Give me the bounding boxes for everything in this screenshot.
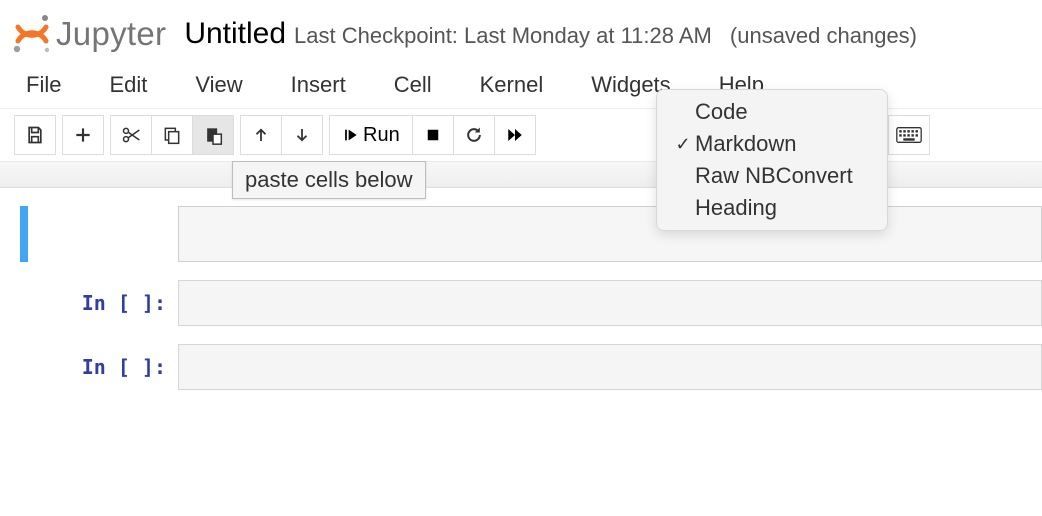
celltype-option-markdown[interactable]: ✓ Markdown	[657, 128, 887, 160]
cell-selection-bar	[20, 280, 28, 326]
celltype-option-raw[interactable]: Raw NBConvert	[657, 160, 887, 192]
celltype-option-code[interactable]: Code	[657, 96, 887, 128]
restart-button[interactable]	[453, 115, 495, 155]
cell-code[interactable]: In [ ]:	[0, 344, 1042, 390]
cut-button[interactable]	[110, 115, 152, 155]
copy-icon	[162, 125, 182, 145]
checkpoint-text: Last Checkpoint: Last Monday at 11:28 AM	[294, 23, 712, 49]
keyboard-icon	[896, 126, 922, 144]
toolbar: Run Code ✓ Markdown	[0, 109, 1042, 162]
paste-icon	[203, 125, 223, 145]
move-down-button[interactable]	[281, 115, 323, 155]
command-palette-button[interactable]	[888, 115, 930, 155]
save-icon	[25, 125, 45, 145]
cell-prompt: In [ ]:	[28, 280, 178, 326]
menu-insert[interactable]: Insert	[291, 72, 346, 98]
cell-prompt: In [ ]:	[28, 344, 178, 390]
scissors-icon	[120, 125, 142, 145]
stop-icon	[424, 126, 442, 144]
run-icon	[342, 127, 358, 143]
title-block: Untitled Last Checkpoint: Last Monday at…	[184, 17, 917, 51]
cell-selection-bar	[20, 344, 28, 390]
unsaved-indicator: (unsaved changes)	[730, 23, 917, 49]
restart-icon	[464, 125, 484, 145]
paste-button[interactable]	[192, 115, 234, 155]
celltype-option-heading[interactable]: Heading	[657, 192, 887, 224]
fast-forward-icon	[504, 126, 526, 144]
notebook-header: Jupyter Untitled Last Checkpoint: Last M…	[0, 0, 1042, 64]
insert-cell-below-button[interactable]	[62, 115, 104, 155]
cell-input-area[interactable]	[178, 206, 1042, 262]
arrow-down-icon	[293, 125, 311, 145]
arrow-up-icon	[252, 125, 270, 145]
cell-input-area[interactable]	[178, 280, 1042, 326]
cell-code[interactable]: In [ ]:	[0, 280, 1042, 326]
menu-edit[interactable]: Edit	[109, 72, 147, 98]
tooltip-paste: paste cells below	[232, 161, 426, 199]
interrupt-button[interactable]	[412, 115, 454, 155]
jupyter-logo[interactable]: Jupyter	[10, 12, 166, 56]
menu-file[interactable]: File	[26, 72, 61, 98]
celltype-dropdown[interactable]: Code ✓ Markdown Raw NBConvert Heading	[656, 89, 888, 231]
jupyter-logo-icon	[10, 12, 54, 56]
restart-run-all-button[interactable]	[494, 115, 536, 155]
cell-input-area[interactable]	[178, 344, 1042, 390]
check-icon: ✓	[671, 134, 695, 155]
save-button[interactable]	[14, 115, 56, 155]
plus-icon	[73, 125, 93, 145]
move-up-button[interactable]	[240, 115, 282, 155]
menu-view[interactable]: View	[195, 72, 242, 98]
menu-kernel[interactable]: Kernel	[480, 72, 544, 98]
run-button[interactable]: Run	[329, 115, 413, 155]
cell-prompt	[28, 206, 178, 262]
menu-cell[interactable]: Cell	[394, 72, 432, 98]
copy-button[interactable]	[151, 115, 193, 155]
jupyter-logo-text: Jupyter	[56, 15, 166, 53]
notebook-title[interactable]: Untitled	[184, 17, 286, 51]
cell-selection-bar	[20, 206, 28, 262]
run-label: Run	[363, 124, 400, 147]
